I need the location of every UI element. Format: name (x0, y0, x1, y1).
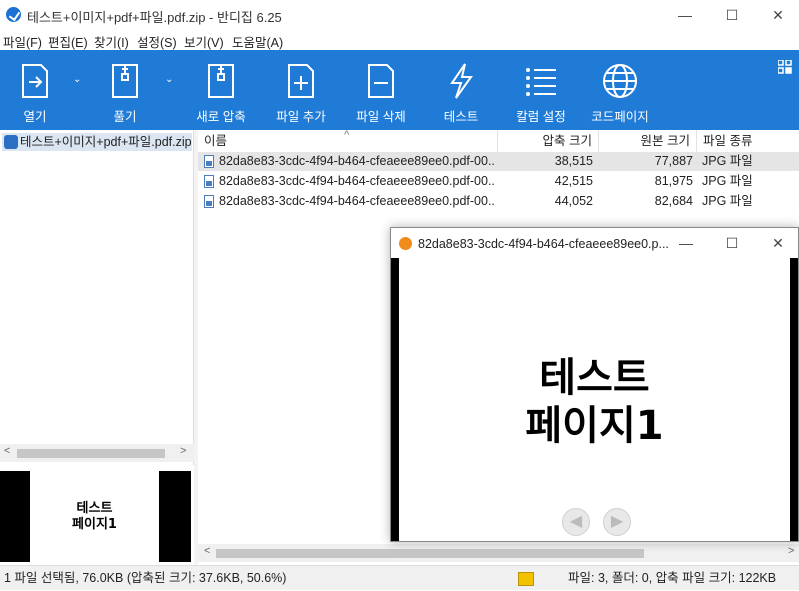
viewer-canvas: 테스트 페이지1 ◀ ▶ (391, 258, 798, 541)
scroll-left-arrow-icon[interactable]: < (4, 445, 10, 457)
globe-icon (603, 64, 637, 98)
scroll-left-arrow-icon[interactable]: < (204, 545, 210, 557)
test-button[interactable]: 테스트 (428, 50, 494, 130)
column-settings-button[interactable]: 칼럼 설정 (508, 50, 574, 130)
preview-image: 테스트 페이지1 (0, 471, 191, 562)
original-size: 77,887 (654, 154, 693, 168)
window-title: 테스트+이미지+pdf+파일.pdf.zip - 반디집 6.25 (27, 10, 282, 25)
viewer-title-bar[interactable]: 82da8e83-3cdc-4f94-b464-cfeaeee89ee0.p..… (391, 228, 798, 258)
status-bar: 1 파일 선택됨, 76.0KB (압축된 크기: 37.6KB, 50.6%)… (0, 565, 799, 590)
scroll-right-arrow-icon[interactable]: > (180, 445, 186, 457)
test-label: 테스트 (443, 110, 479, 124)
compressed-size: 44,052 (554, 194, 593, 208)
zip-archive-icon (4, 135, 18, 149)
file-name: 82da8e83-3cdc-4f94-b464-cfeaeee89ee0.pdf… (219, 154, 495, 168)
table-row[interactable]: 82da8e83-3cdc-4f94-b464-cfeaeee89ee0.pdf… (198, 152, 799, 171)
folder-tree-pane: 테스트+이미지+pdf+파일.pdf.zip < > (0, 130, 194, 465)
codepage-label: 코드페이지 (591, 110, 649, 124)
original-size: 82,684 (654, 194, 693, 208)
jpg-file-icon (204, 175, 214, 188)
file-type: JPG 파일 (702, 194, 753, 208)
column-header-original[interactable]: 원본 크기 (599, 130, 697, 152)
menu-edit[interactable]: 편집(E) (48, 32, 88, 51)
file-name: 82da8e83-3cdc-4f94-b464-cfeaeee89ee0.pdf… (219, 194, 495, 208)
column-header-name[interactable]: 이름 ^ (198, 129, 498, 152)
next-image-button[interactable]: ▶ (603, 508, 631, 536)
archive-status-icon (518, 572, 534, 586)
title-bar: 테스트+이미지+pdf+파일.pdf.zip - 반디집 6.25 — ☐ ✕ (0, 0, 799, 30)
minimize-button[interactable]: — (662, 0, 708, 30)
column-header-compressed[interactable]: 압축 크기 (498, 130, 599, 152)
viewer-close-button[interactable]: ✕ (755, 228, 799, 258)
scroll-right-arrow-icon[interactable]: > (788, 545, 794, 557)
menu-view[interactable]: 보기(V) (184, 32, 224, 51)
column-settings-label: 칼럼 설정 (516, 110, 566, 124)
list-icon (526, 68, 556, 96)
menu-help[interactable]: 도움말(A) (232, 32, 283, 51)
viewer-line1: 테스트 (539, 355, 650, 401)
add-file-label: 파일 추가 (276, 110, 326, 124)
menu-find[interactable]: 찾기(I) (94, 32, 129, 51)
sort-ascending-icon: ^ (344, 129, 350, 141)
maximize-button[interactable]: ☐ (709, 0, 755, 30)
preview-line1: 테스트 (76, 501, 113, 516)
list-horizontal-scrollbar[interactable]: < > (198, 544, 799, 562)
preview-line2: 페이지1 (72, 517, 117, 532)
menu-settings[interactable]: 설정(S) (137, 32, 177, 51)
layout-grid-icon[interactable] (778, 60, 792, 74)
thumbnail-preview: 테스트 페이지1 (0, 468, 194, 565)
tree-item-archive[interactable]: 테스트+이미지+pdf+파일.pdf.zip (2, 133, 192, 151)
viewer-image: 테스트 페이지1 (399, 258, 790, 541)
archive-icon (208, 64, 234, 98)
new-archive-button[interactable]: 새로 압축 (188, 50, 254, 130)
jpg-file-icon (204, 195, 214, 208)
close-button[interactable]: ✕ (755, 0, 799, 30)
open-button[interactable]: 열기 (4, 50, 66, 130)
open-icon (22, 64, 48, 98)
archive-summary: 파일: 3, 폴더: 0, 압축 파일 크기: 122KB (568, 571, 777, 585)
previous-image-button[interactable]: ◀ (562, 508, 590, 536)
file-name: 82da8e83-3cdc-4f94-b464-cfeaeee89ee0.pdf… (219, 174, 495, 188)
bandizip-app-icon (6, 7, 21, 22)
open-label: 열기 (23, 110, 47, 124)
viewer-title: 82da8e83-3cdc-4f94-b464-cfeaeee89ee0.p..… (418, 237, 669, 251)
lightning-icon (450, 63, 473, 99)
selection-status: 1 파일 선택됨, 76.0KB (압축된 크기: 37.6KB, 50.6%) (4, 571, 287, 585)
file-type: JPG 파일 (702, 154, 753, 168)
viewer-line2: 페이지1 (525, 403, 664, 449)
tree-horizontal-scrollbar[interactable]: < > (0, 444, 194, 462)
image-viewer-window: 82da8e83-3cdc-4f94-b464-cfeaeee89ee0.p..… (390, 227, 799, 542)
new-archive-label: 새로 압축 (196, 110, 246, 124)
scrollbar-thumb[interactable] (216, 549, 644, 558)
table-row[interactable]: 82da8e83-3cdc-4f94-b464-cfeaeee89ee0.pdf… (198, 172, 799, 191)
add-file-button[interactable]: 파일 추가 (268, 50, 334, 130)
delete-file-button[interactable]: 파일 삭제 (348, 50, 414, 130)
file-type: JPG 파일 (702, 174, 753, 188)
column-header-type[interactable]: 파일 종류 (697, 130, 799, 152)
extract-dropdown-icon[interactable]: ⌄ (165, 74, 173, 85)
compressed-size: 38,515 (554, 154, 593, 168)
compressed-size: 42,515 (554, 174, 593, 188)
viewer-maximize-button[interactable]: ☐ (709, 228, 755, 258)
add-file-icon (288, 64, 314, 98)
delete-file-icon (368, 64, 394, 98)
magnifier-icon (399, 237, 412, 250)
jpg-file-icon (204, 155, 214, 168)
scrollbar-thumb[interactable] (17, 449, 165, 458)
menu-bar: 파일(F) 편집(E) 찾기(I) 설정(S) 보기(V) 도움말(A) (0, 30, 799, 50)
extract-icon (112, 64, 138, 98)
tree-item-label: 테스트+이미지+pdf+파일.pdf.zip (20, 135, 192, 149)
extract-label: 풀기 (113, 110, 137, 124)
toolbar: 열기 ⌄ 풀기 ⌄ 새로 압축 파일 추가 파일 삭제 테스트 칼럼 설정 코드… (0, 50, 799, 130)
delete-file-label: 파일 삭제 (356, 110, 406, 124)
table-row[interactable]: 82da8e83-3cdc-4f94-b464-cfeaeee89ee0.pdf… (198, 192, 799, 211)
extract-button[interactable]: 풀기 (94, 50, 156, 130)
viewer-minimize-button[interactable]: — (663, 228, 709, 258)
original-size: 81,975 (654, 174, 693, 188)
open-dropdown-icon[interactable]: ⌄ (73, 74, 81, 85)
codepage-button[interactable]: 코드페이지 (586, 50, 654, 130)
menu-file[interactable]: 파일(F) (3, 32, 42, 51)
